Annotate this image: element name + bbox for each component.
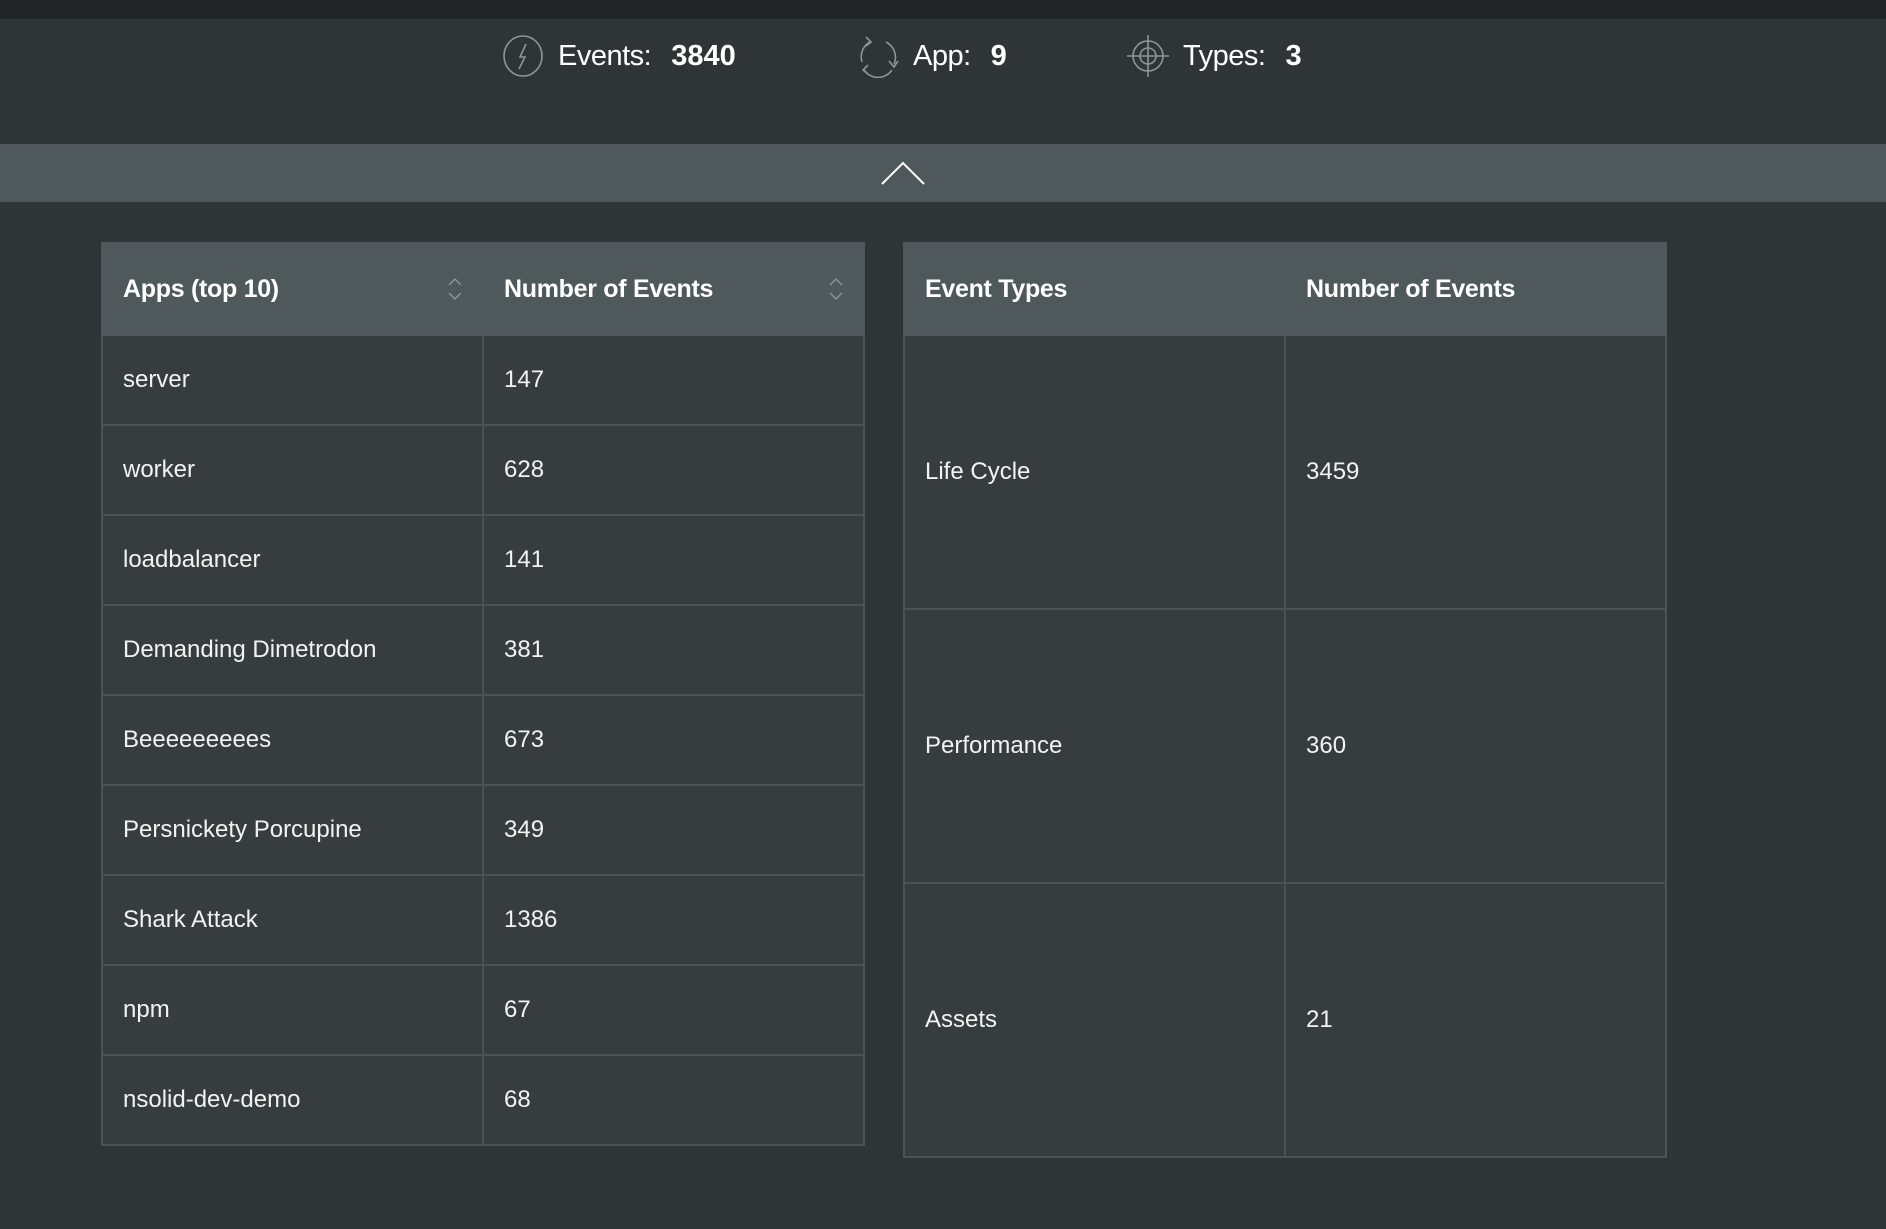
table-row: Assets 21: [903, 882, 1667, 1158]
events-count: 3840: [671, 39, 736, 72]
events-column-label: Number of Events: [504, 274, 714, 303]
event-count-cell: 67: [482, 964, 865, 1056]
table-row: Persnickety Porcupine 349: [101, 784, 865, 876]
app-name-cell: Persnickety Porcupine: [101, 784, 484, 876]
types-events-column-header: Number of Events: [1284, 242, 1667, 336]
table-row: npm 67: [101, 964, 865, 1056]
types-stat: Types: 3: [1126, 35, 1302, 77]
chevron-up-icon: [881, 161, 925, 185]
event-count-cell: 3459: [1284, 334, 1667, 610]
event-count-cell: 673: [482, 694, 865, 786]
app-name-cell: nsolid-dev-demo: [101, 1054, 484, 1146]
table-row: loadbalancer 141: [101, 514, 865, 606]
event-count-cell: 360: [1284, 608, 1667, 884]
collapse-toggle-bar[interactable]: [0, 144, 1886, 202]
event-count-cell: 68: [482, 1054, 865, 1146]
app-name-cell: worker: [101, 424, 484, 516]
sort-icon[interactable]: [446, 274, 464, 304]
table-row: Shark Attack 1386: [101, 874, 865, 966]
apps-stat: App: 9: [856, 35, 1007, 78]
event-count-cell: 1386: [482, 874, 865, 966]
types-count: 3: [1285, 39, 1302, 72]
apps-column-header[interactable]: Apps (top 10): [101, 242, 484, 336]
events-column-header[interactable]: Number of Events: [482, 242, 865, 336]
apps-count: 9: [990, 39, 1007, 72]
table-row: nsolid-dev-demo 68: [101, 1054, 865, 1146]
lightning-icon: [503, 35, 543, 77]
apps-table-header-row: Apps (top 10) Number of Events: [101, 242, 865, 336]
app-name-cell: Shark Attack: [101, 874, 484, 966]
app-name-cell: loadbalancer: [101, 514, 484, 606]
app-name-cell: Demanding Dimetrodon: [101, 604, 484, 696]
summary-header: Events: 3840 App: 9 Types: 3: [0, 19, 1886, 144]
event-count-cell: 147: [482, 334, 865, 426]
sort-icon[interactable]: [827, 274, 845, 304]
events-stat: Events: 3840: [501, 35, 736, 77]
event-count-cell: 141: [482, 514, 865, 606]
apps-column-label: Apps (top 10): [123, 274, 279, 303]
event-count-cell: 349: [482, 784, 865, 876]
events-label: Events:: [558, 39, 652, 72]
event-count-cell: 21: [1284, 882, 1667, 1158]
table-row: Beeeeeeeees 673: [101, 694, 865, 786]
types-label: Types:: [1183, 39, 1266, 72]
top-strip: [0, 0, 1886, 19]
event-type-cell: Life Cycle: [903, 334, 1286, 610]
event-count-cell: 381: [482, 604, 865, 696]
crosshair-target-icon: [1127, 35, 1169, 77]
table-row: Demanding Dimetrodon 381: [101, 604, 865, 696]
app-name-cell: server: [101, 334, 484, 426]
table-row: Performance 360: [903, 608, 1667, 884]
app-name-cell: Beeeeeeeees: [101, 694, 484, 786]
event-type-cell: Performance: [903, 608, 1286, 884]
event-types-table: Event Types Number of Events Life Cycle …: [903, 242, 1667, 1158]
table-row: server 147: [101, 334, 865, 426]
types-table-header-row: Event Types Number of Events: [903, 242, 1667, 336]
event-type-cell: Assets: [903, 882, 1286, 1158]
event-count-cell: 628: [482, 424, 865, 516]
event-types-column-header: Event Types: [903, 242, 1286, 336]
table-row: Life Cycle 3459: [903, 334, 1667, 610]
apps-table: Apps (top 10) Number of Events server 14…: [101, 242, 865, 1146]
app-name-cell: npm: [101, 964, 484, 1056]
apps-label: App:: [913, 39, 971, 72]
table-row: worker 628: [101, 424, 865, 516]
refresh-cycle-icon: [860, 36, 899, 78]
